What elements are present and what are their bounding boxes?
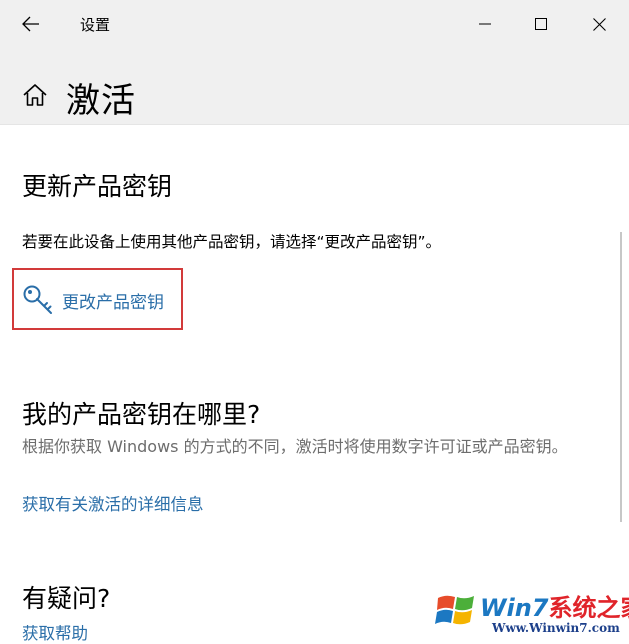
- maximize-icon: [535, 18, 547, 30]
- back-button[interactable]: [8, 0, 54, 48]
- home-icon[interactable]: [22, 82, 48, 108]
- section-heading-update-key: 更新产品密钥: [22, 172, 173, 201]
- watermark-url: Www.Winwin7.com: [492, 621, 620, 635]
- settings-window: 设置 激活 更新产品密钥 若要在此设备上使用其他产品密钥，请选择“更改产品密钥”…: [0, 0, 629, 643]
- content-area: 更新产品密钥 若要在此设备上使用其他产品密钥，请选择“更改产品密钥”。 更改产品…: [0, 125, 629, 643]
- app-title: 设置: [80, 16, 111, 34]
- page-header: 激活: [0, 48, 629, 125]
- watermark-brand-part2: 系统之家: [548, 594, 629, 622]
- where-key-description: 根据你获取 Windows 的方式的不同，激活时将使用数字许可证或产品密钥。: [22, 437, 568, 456]
- close-button[interactable]: [574, 0, 624, 48]
- maximize-button[interactable]: [518, 0, 564, 48]
- watermark: Win7系统之家 Www.Winwin7.com: [432, 586, 629, 642]
- minimize-button[interactable]: [462, 0, 508, 48]
- watermark-brand-part1: Win7: [480, 594, 549, 622]
- section-heading-questions: 有疑问?: [22, 584, 111, 613]
- activation-info-link[interactable]: 获取有关激活的详细信息: [22, 491, 204, 515]
- close-icon: [592, 17, 606, 31]
- get-help-link[interactable]: 获取帮助: [22, 620, 88, 644]
- section-heading-where-key: 我的产品密钥在哪里?: [22, 400, 261, 429]
- minimize-icon: [479, 23, 491, 25]
- back-arrow-icon: [22, 16, 39, 32]
- change-product-key-button[interactable]: 更改产品密钥: [12, 268, 183, 330]
- page-title: 激活: [66, 81, 136, 121]
- title-bar: 设置: [0, 0, 629, 48]
- scrollbar[interactable]: [620, 232, 622, 522]
- watermark-brand: Win7系统之家: [480, 588, 629, 623]
- windows-logo-icon: [435, 595, 474, 625]
- update-key-description: 若要在此设备上使用其他产品密钥，请选择“更改产品密钥”。: [22, 233, 442, 251]
- change-product-key-label: 更改产品密钥: [62, 293, 164, 313]
- key-icon: [23, 285, 52, 314]
